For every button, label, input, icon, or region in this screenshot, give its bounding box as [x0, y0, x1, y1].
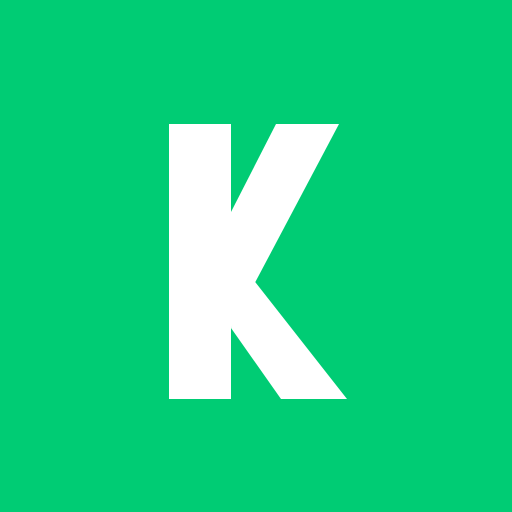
- letter-k-logo-icon: [169, 124, 347, 399]
- k-stem: [169, 124, 231, 399]
- app-icon-tile: K: [0, 0, 512, 512]
- k-lower-leg: [231, 278, 347, 399]
